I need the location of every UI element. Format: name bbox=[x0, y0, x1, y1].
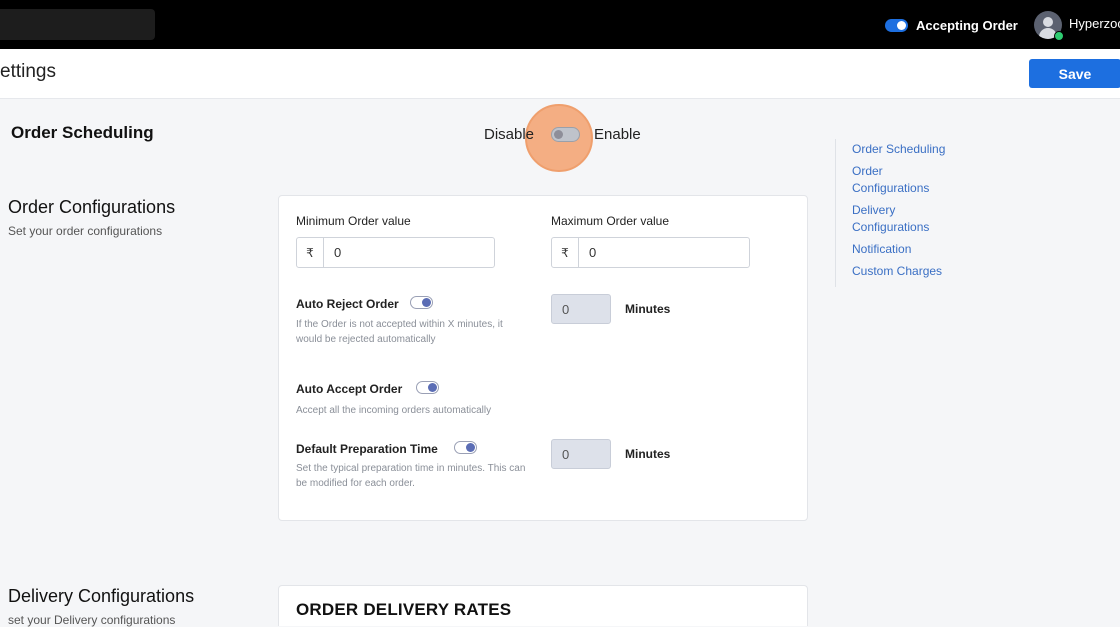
top-bar: Accepting Order Hyperzoo bbox=[0, 0, 1120, 49]
prep-time-toggle[interactable] bbox=[454, 441, 477, 454]
max-order-label: Maximum Order value bbox=[551, 214, 670, 228]
order-configurations-card: Minimum Order value ₹ 0 Maximum Order va… bbox=[278, 195, 808, 521]
auto-reject-toggle[interactable] bbox=[410, 296, 433, 309]
delivery-configurations-title: Delivery Configurations bbox=[8, 586, 195, 606]
enable-label: Enable bbox=[594, 126, 641, 143]
save-button[interactable]: Save bbox=[1029, 59, 1120, 88]
prep-time-minutes-input[interactable]: 0 bbox=[551, 439, 611, 469]
auto-accept-toggle[interactable] bbox=[416, 381, 439, 394]
auto-accept-description: Accept all the incoming orders automatic… bbox=[296, 405, 492, 416]
auto-reject-minutes-label: Minutes bbox=[625, 302, 671, 316]
accepting-order-toggle[interactable] bbox=[885, 18, 908, 32]
toc-item-order-configurations[interactable]: Order Configurations bbox=[852, 163, 947, 197]
user-name[interactable]: Hyperzoo bbox=[1069, 16, 1120, 31]
rupee-icon: ₹ bbox=[297, 238, 324, 267]
min-order-input[interactable]: ₹ 0 bbox=[296, 237, 495, 268]
auto-reject-minutes-input[interactable]: 0 bbox=[551, 294, 611, 324]
prep-time-label: Default Preparation Time bbox=[296, 442, 438, 456]
order-scheduling-toggle[interactable] bbox=[551, 127, 580, 142]
accepting-order-control[interactable]: Accepting Order bbox=[885, 15, 1018, 35]
min-order-value[interactable]: 0 bbox=[324, 245, 341, 260]
top-search-box[interactable] bbox=[0, 9, 155, 40]
order-delivery-rates-title: ORDER DELIVERY RATES bbox=[296, 600, 512, 619]
order-configurations-title: Order Configurations bbox=[8, 197, 176, 217]
toc-item-custom-charges[interactable]: Custom Charges bbox=[852, 263, 972, 280]
accepting-order-label: Accepting Order bbox=[916, 17, 1018, 33]
order-delivery-rates-card: ORDER DELIVERY RATES bbox=[278, 585, 808, 626]
rupee-icon: ₹ bbox=[552, 238, 579, 267]
toc-item-delivery-configurations[interactable]: Delivery Configurations bbox=[852, 202, 947, 236]
page-title: ettings bbox=[0, 61, 56, 82]
auto-reject-description: If the Order is not accepted within X mi… bbox=[296, 319, 503, 345]
order-configurations-subtitle: Set your order configurations bbox=[8, 224, 163, 238]
auto-accept-label: Auto Accept Order bbox=[296, 382, 403, 396]
order-scheduling-title: Order Scheduling bbox=[11, 123, 154, 142]
disable-label: Disable bbox=[484, 126, 535, 143]
auto-reject-label: Auto Reject Order bbox=[296, 297, 399, 311]
section-navigation: Order Scheduling Order Configurations De… bbox=[835, 139, 982, 287]
page-header: ettings Save bbox=[0, 49, 1120, 99]
min-order-label: Minimum Order value bbox=[296, 214, 411, 228]
max-order-value[interactable]: 0 bbox=[579, 245, 596, 260]
prep-time-minutes-label: Minutes bbox=[625, 447, 671, 461]
delivery-configurations-subtitle: set your Delivery configurations bbox=[8, 613, 176, 627]
online-status-dot bbox=[1054, 31, 1064, 41]
prep-time-description: Set the typical preparation time in minu… bbox=[296, 463, 526, 489]
toc-item-order-scheduling[interactable]: Order Scheduling bbox=[852, 141, 972, 158]
toc-item-notification[interactable]: Notification bbox=[852, 241, 972, 258]
max-order-input[interactable]: ₹ 0 bbox=[551, 237, 750, 268]
